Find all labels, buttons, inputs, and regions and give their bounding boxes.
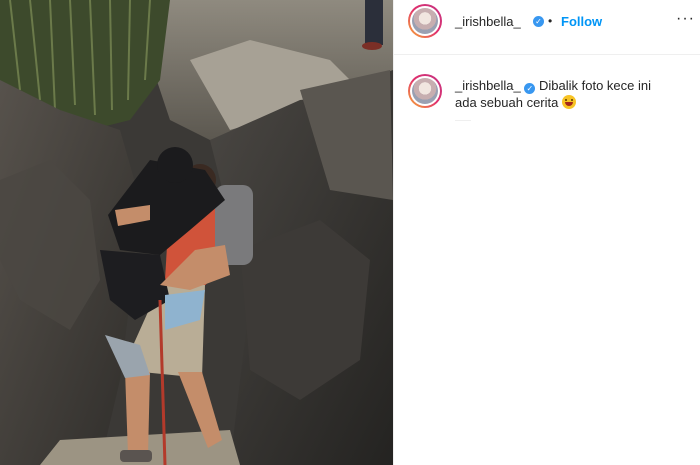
instagram-post: _irishbella_ ✓ • Follow ··· _irishbella_… bbox=[0, 0, 700, 465]
caption-avatar-image bbox=[412, 78, 438, 104]
caption-verified-badge-icon: ✓ bbox=[524, 83, 536, 94]
caption: _irishbella_ ✓ Dibalik foto kece ini ada… bbox=[455, 77, 675, 111]
more-options-icon[interactable]: ··· bbox=[676, 10, 695, 28]
caption-divider bbox=[455, 120, 471, 121]
separator-dot: • bbox=[548, 14, 553, 28]
post-header: _irishbella_ ✓ • Follow ··· bbox=[394, 0, 700, 55]
avatar-ring-inner bbox=[410, 6, 440, 36]
caption-avatar-ring-inner bbox=[410, 76, 440, 106]
emoji-icon bbox=[561, 95, 576, 109]
post-side-panel: _irishbella_ ✓ • Follow ··· _irishbella_… bbox=[393, 0, 700, 465]
header-username[interactable]: _irishbella_ bbox=[455, 14, 521, 29]
verified-badge-icon: ✓ bbox=[533, 16, 544, 27]
post-photo[interactable] bbox=[0, 0, 393, 465]
avatar-image bbox=[412, 8, 438, 34]
avatar[interactable] bbox=[408, 4, 442, 38]
caption-avatar[interactable] bbox=[408, 74, 442, 108]
photo-couple-hug-on-rocks bbox=[0, 0, 393, 465]
caption-username[interactable]: _irishbella_ bbox=[455, 78, 521, 93]
follow-button[interactable]: Follow bbox=[561, 14, 602, 29]
